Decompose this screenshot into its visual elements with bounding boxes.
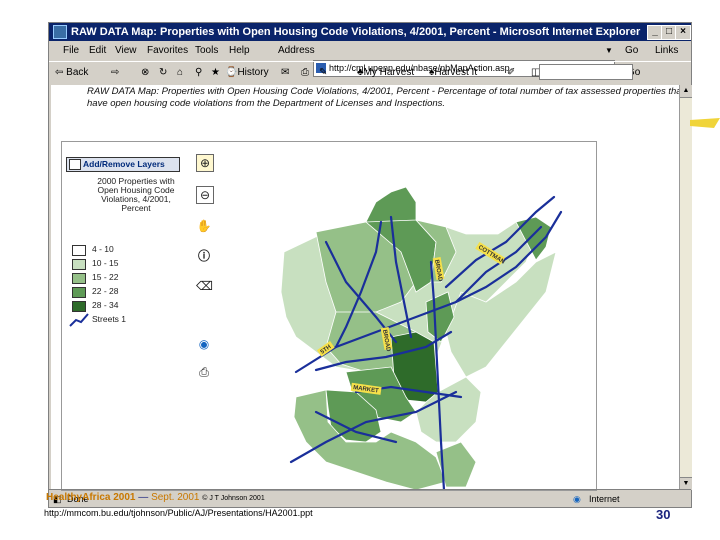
globe-icon[interactable]: ◉	[196, 336, 212, 352]
footer-line: HealthyAfrica 2001 — Sept. 2001 © J T Jo…	[46, 492, 265, 503]
pencil-icon[interactable]: ✐	[507, 62, 515, 84]
mail-icon[interactable]: ✉	[281, 62, 289, 84]
footer-date: Sept. 2001	[151, 492, 200, 503]
slide-arrow-decoration	[690, 118, 720, 128]
legend-swatch-1	[72, 245, 86, 256]
print-icon[interactable]: ⎙	[196, 364, 212, 380]
legend-swatch-3	[72, 273, 86, 284]
browser-window: RAW DATA Map: Properties with Open Housi…	[48, 22, 692, 508]
address-label: Address	[278, 45, 315, 56]
legend-label-4: 22 - 28	[92, 286, 119, 296]
eraser-icon[interactable]: ⌫	[196, 278, 213, 294]
legend-swatch-2	[72, 259, 86, 270]
address-go-button[interactable]: Go	[625, 41, 638, 61]
refresh-icon[interactable]: ↻	[159, 62, 167, 84]
stop-icon[interactable]: ⊗	[141, 62, 149, 84]
menu-favorites[interactable]: Favorites	[147, 41, 188, 61]
menu-tools[interactable]: Tools	[195, 41, 218, 61]
back-button[interactable]: ⇦ Back	[55, 62, 88, 84]
back-arrow-icon: ⇦	[55, 67, 64, 78]
info-icon[interactable]: ⓘ	[196, 248, 212, 264]
vertical-scrollbar[interactable]: ▲ ▼	[679, 85, 692, 490]
legend-swatch-5	[72, 301, 86, 312]
footer-url[interactable]: http://mmcom.bu.edu/tjohnson/Public/AJ/P…	[44, 508, 313, 518]
map-frame: Add/Remove Layers 2000 Properties with O…	[61, 141, 597, 491]
home-icon[interactable]: ⌂	[177, 62, 183, 84]
menu-file[interactable]: File	[63, 41, 79, 61]
history-icon: ⌚	[225, 67, 238, 78]
my-harvest-button[interactable]: ♣My Harvest	[357, 62, 414, 84]
add-remove-layers-button[interactable]: Add/Remove Layers	[66, 157, 180, 172]
links-button[interactable]: Links	[655, 41, 678, 61]
ie-icon	[53, 25, 67, 39]
search-icon[interactable]: ⚲	[195, 62, 202, 84]
address-dropdown-icon[interactable]: ▼	[605, 41, 613, 61]
slide: { "window": { "title": "RAW DATA Map: Pr…	[0, 0, 720, 540]
edit-icon[interactable]: ✎	[319, 62, 327, 84]
zoom-out-icon[interactable]: ⊖	[196, 186, 214, 204]
legend-label-3: 15 - 22	[92, 272, 119, 282]
harvest-it-button[interactable]: ♠Harvest It	[429, 62, 477, 84]
footer-dash: —	[135, 492, 152, 503]
toolbar-search-input[interactable]	[539, 64, 633, 80]
legend-label-2: 10 - 15	[92, 258, 119, 268]
scroll-up-icon[interactable]: ▲	[680, 85, 692, 98]
menu-help[interactable]: Help	[229, 41, 250, 61]
footer-brand: HealthyAfrica 2001	[46, 492, 136, 503]
forward-arrow-icon: ⇨	[111, 67, 120, 78]
menu-bar: File Edit View Favorites Tools Help Addr…	[49, 41, 691, 77]
map-header-text: RAW DATA Map: Properties with Open Housi…	[87, 86, 685, 109]
menu-view[interactable]: View	[115, 41, 137, 61]
favorites-icon[interactable]: ★	[211, 62, 220, 84]
close-button[interactable]: ×	[675, 25, 691, 40]
choropleth-map[interactable]: COTTMAN BROAD BROAD 5TH MARKET	[216, 142, 596, 490]
window-title: RAW DATA Map: Properties with Open Housi…	[71, 26, 641, 38]
page-content: RAW DATA Map: Properties with Open Housi…	[51, 85, 684, 491]
legend-label-1: 4 - 10	[92, 244, 114, 254]
legend-panel: Add/Remove Layers 2000 Properties with O…	[62, 142, 192, 490]
layers-icon	[69, 159, 81, 170]
history-button[interactable]: ⌚History	[225, 62, 269, 84]
menu-edit[interactable]: Edit	[89, 41, 106, 61]
legend-swatch-4	[72, 287, 86, 298]
internet-zone-icon: ◉	[573, 494, 581, 504]
legend-label-5: 28 - 34	[92, 300, 119, 310]
streets-legend-icon	[69, 313, 89, 327]
zone-label: Internet	[589, 494, 620, 504]
page-number: 30	[656, 507, 671, 522]
forward-button[interactable]: ⇨	[111, 62, 119, 84]
layer-title: 2000 Properties with Open Housing Code V…	[97, 176, 175, 213]
title-bar: RAW DATA Map: Properties with Open Housi…	[49, 23, 691, 41]
map-toolbar: ⊕ ⊖ ✋ ⓘ ⌫ ◉ ⎙	[192, 142, 216, 490]
footer-credit: © J T Johnson 2001	[202, 495, 265, 502]
print-toolbar-icon[interactable]: ⎙	[301, 62, 309, 84]
legend-streets-label: Streets 1	[92, 314, 127, 324]
zoom-in-icon[interactable]: ⊕	[196, 154, 214, 172]
pan-hand-icon[interactable]: ✋	[196, 218, 212, 234]
